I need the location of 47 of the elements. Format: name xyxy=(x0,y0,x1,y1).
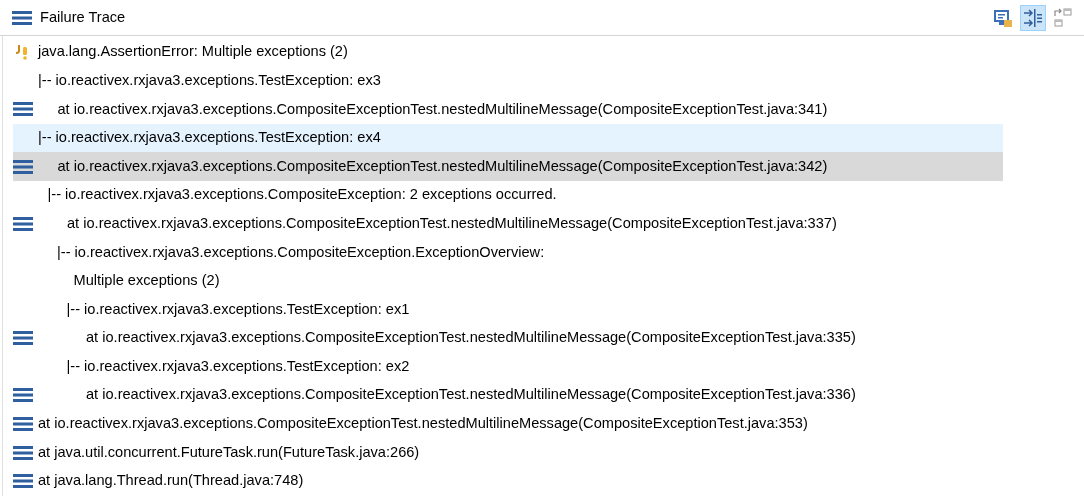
filter-icon xyxy=(1023,7,1043,28)
stack-frame-icon xyxy=(13,331,33,346)
stack-frame-text: at java.util.concurrent.FutureTask.run(FutureTask.java:266) xyxy=(38,442,420,462)
trace-row[interactable]: |-- io.reactivex.rxjava3.exceptions.CompositeException.ExceptionOverview: xyxy=(13,238,1003,267)
filter-button[interactable] xyxy=(1020,4,1046,31)
trace-text: |-- io.reactivex.rxjava3.exceptions.CompositeException: 2 exceptions occurred. xyxy=(47,185,557,205)
trace-row[interactable]: java.lang.AssertionError: Multiple exceptions (2) xyxy=(13,38,1003,67)
menu-icon xyxy=(12,9,32,26)
trace-text: |-- io.reactivex.rxjava3.exceptions.TestException: ex1 xyxy=(66,299,410,319)
trace-row[interactable]: at java.lang.Thread.run(Thread.java:748) xyxy=(13,466,1003,496)
stack-frame-icon xyxy=(13,159,33,174)
stack-frame-text: at java.lang.Thread.run(Thread.java:748) xyxy=(38,471,304,491)
trace-row[interactable]: at io.reactivex.rxjava3.exceptions.CompositeExceptionTest.nestedMultilineMessage(CompositeExceptionTest.java:353) xyxy=(13,409,1003,439)
trace-row[interactable]: |-- io.reactivex.rxjava3.exceptions.TestException: ex3 xyxy=(13,66,1003,96)
trace-row[interactable]: |-- io.reactivex.rxjava3.exceptions.TestException: ex1 xyxy=(13,295,1003,324)
stack-frame-text: at io.reactivex.rxjava3.exceptions.CompositeExceptionTest.nestedMultilineMessage(CompositeExceptionTest.java:341) xyxy=(57,99,828,119)
stack-frame-text: at io.reactivex.rxjava3.exceptions.CompositeExceptionTest.nestedMultilineMessage(CompositeExceptionTest.java:337) xyxy=(67,213,837,233)
trace-row[interactable]: at java.util.concurrent.FutureTask.run(FutureTask.java:266) xyxy=(13,438,1003,467)
trace-text: Multiple exceptions (2) xyxy=(73,271,220,291)
stack-frame-icon xyxy=(13,474,33,489)
trace-row[interactable]: at io.reactivex.rxjava3.exceptions.CompositeExceptionTest.nestedMultilineMessage(CompositeExceptionTest.java:335) xyxy=(13,323,1003,353)
stack-frame-text: at io.reactivex.rxjava3.exceptions.CompositeExceptionTest.nestedMultilineMessage(CompositeExceptionTest.java:336) xyxy=(86,385,856,405)
trace-row[interactable]: |-- io.reactivex.rxjava3.exceptions.TestException: ex2 xyxy=(13,352,1003,382)
stack-frame-icon xyxy=(13,445,33,460)
trace-text: |-- io.reactivex.rxjava3.exceptions.TestException: ex4 xyxy=(38,128,381,148)
layout-icon xyxy=(1053,7,1073,28)
trace-text: |-- io.reactivex.rxjava3.exceptions.TestException: ex3 xyxy=(38,70,381,90)
compare-icon xyxy=(993,7,1013,28)
stack-frame-text: at io.reactivex.rxjava3.exceptions.CompositeExceptionTest.nestedMultilineMessage(CompositeExceptionTest.java:353) xyxy=(38,414,808,434)
stack-frame-text: at io.reactivex.rxjava3.exceptions.CompositeExceptionTest.nestedMultilineMessage(CompositeExceptionTest.java:342) xyxy=(57,156,828,176)
trace-row[interactable]: at io.reactivex.rxjava3.exceptions.CompositeExceptionTest.nestedMultilineMessage(CompositeExceptionTest.java:336) xyxy=(13,381,1003,410)
trace-row[interactable]: |-- io.reactivex.rxjava3.exceptions.TestException: ex4 xyxy=(13,123,1003,153)
trace-row[interactable]: Multiple exceptions (2) xyxy=(13,266,1003,296)
trace-row[interactable]: at io.reactivex.rxjava3.exceptions.CompositeExceptionTest.nestedMultilineMessage(CompositeExceptionTest.java:342) xyxy=(13,152,1003,181)
test-failure-icon xyxy=(13,44,30,61)
stack-frame-text: at io.reactivex.rxjava3.exceptions.CompositeExceptionTest.nestedMultilineMessage(CompositeExceptionTest.java:335) xyxy=(86,328,856,348)
view-title: Failure Trace xyxy=(40,7,126,27)
stack-frame-icon xyxy=(13,102,33,117)
stack-frame-icon xyxy=(13,388,33,403)
stack-frame-icon xyxy=(13,417,33,431)
trace-row[interactable]: at io.reactivex.rxjava3.exceptions.CompositeExceptionTest.nestedMultilineMessage(CompositeExceptionTest.java:341) xyxy=(13,95,1003,124)
trace-text: |-- io.reactivex.rxjava3.exceptions.TestException: ex2 xyxy=(66,356,410,376)
trace-text: java.lang.AssertionError: Multiple exceptions (2) xyxy=(38,42,348,62)
trace-row[interactable]: |-- io.reactivex.rxjava3.exceptions.CompositeException: 2 exceptions occurred. xyxy=(13,180,1003,210)
stack-frame-icon xyxy=(13,216,33,231)
trace-row[interactable]: at io.reactivex.rxjava3.exceptions.CompositeExceptionTest.nestedMultilineMessage(CompositeExceptionTest.java:337) xyxy=(13,209,1003,239)
trace-text: |-- io.reactivex.rxjava3.exceptions.CompositeException.ExceptionOverview: xyxy=(57,242,545,262)
